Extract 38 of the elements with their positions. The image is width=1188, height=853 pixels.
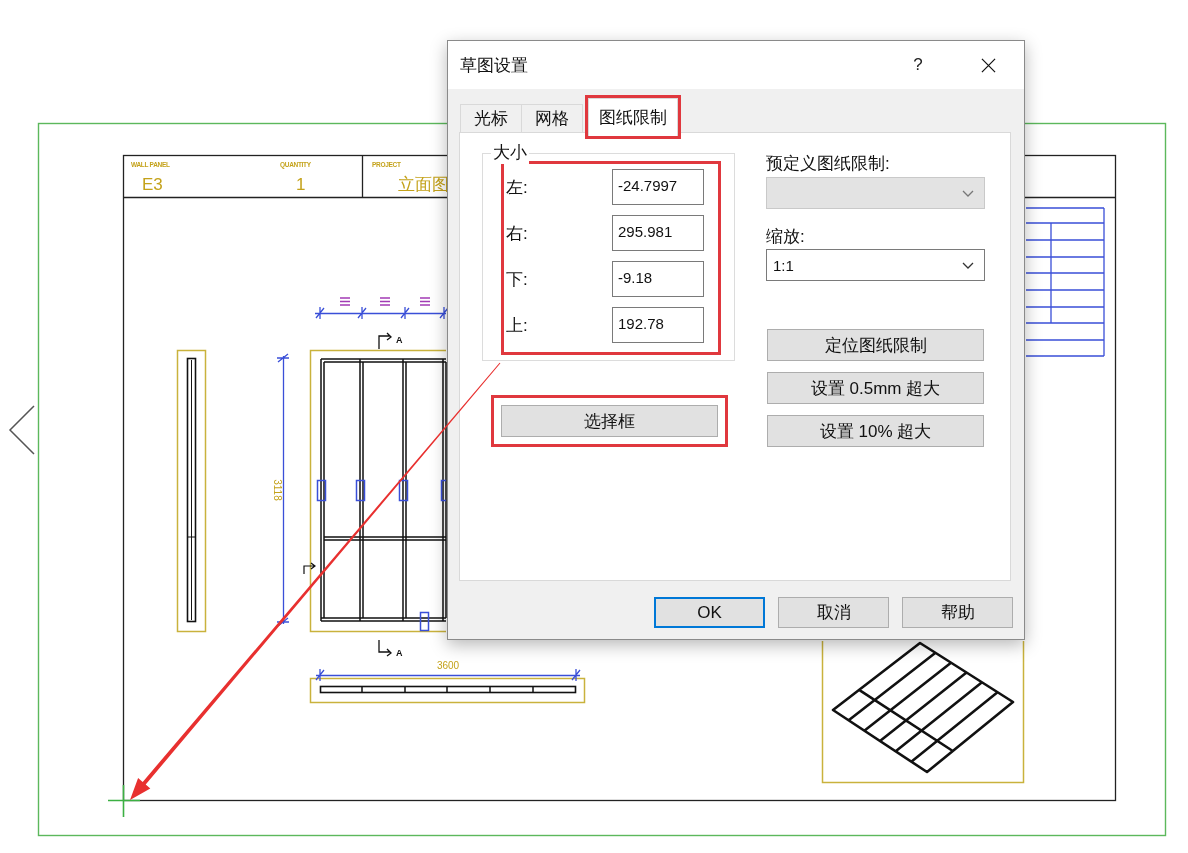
crosshair-icon [107,784,141,818]
section-cut-symbol [378,639,392,657]
dialog-button[interactable]: 取消 [778,597,889,628]
help-button[interactable]: ? [903,50,933,80]
tab[interactable]: 图纸限制 [588,98,678,136]
dialog-button[interactable]: 帮助 [902,597,1013,628]
dialog-button[interactable]: OK [654,597,765,628]
input-field[interactable]: 192.78 [612,307,704,343]
limit-button[interactable]: 定位图纸限制 [767,329,984,361]
title-block-value: 立面图 [398,175,449,194]
section-cut-symbol [378,332,392,350]
input-field[interactable]: 295.981 [612,215,704,251]
dimension-label: 3118 [272,479,283,501]
caret-icon [962,261,974,269]
field-label: 下: [506,268,528,291]
field-label: 右: [506,222,528,245]
section-label: A [396,648,403,658]
field-label: 缩放: [766,226,806,248]
group-title: 大小 [491,142,529,164]
tab[interactable]: 光标 [460,104,522,132]
input-field[interactable]: -24.7997 [612,169,704,205]
limit-button[interactable]: 设置 10% 超大 [767,415,984,447]
field-label: 上: [506,314,528,337]
field-label: 预定义图纸限制: [766,153,891,175]
input-field[interactable]: -9.18 [612,261,704,297]
title-block-value: E3 [142,175,163,194]
limit-button[interactable]: 设置 0.5mm 超大 [767,372,984,404]
section-label: A [396,335,403,345]
field-label: 左: [506,176,528,199]
dropdown[interactable]: 1:1 [766,249,985,281]
dimension-label: 3600 [436,660,460,671]
select-box-button[interactable]: 选择框 [501,405,718,437]
tab[interactable]: 网格 [521,104,583,132]
window-title: 草图设置 [460,54,529,77]
close-icon [980,57,996,73]
caret-icon [962,189,974,197]
title-block-value: 1 [296,175,306,194]
chevron-left-icon[interactable] [8,405,35,455]
